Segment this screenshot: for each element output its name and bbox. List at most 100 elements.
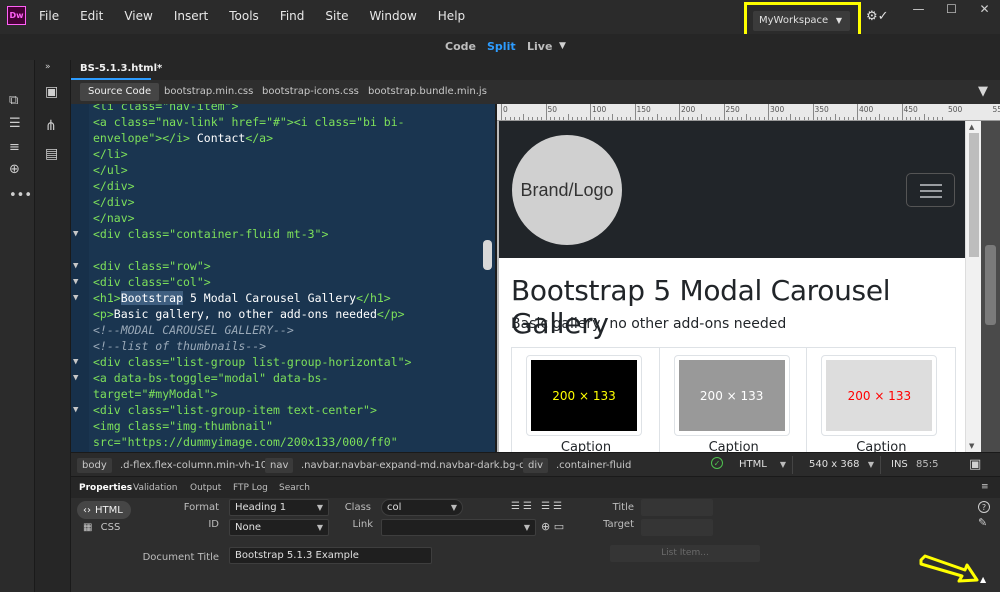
code-line: ▼ <h1>Bootstrap 5 Modal Carousel Gallery<… <box>73 290 483 306</box>
assets-icon[interactable]: ▣ <box>45 84 58 100</box>
workspace-switcher[interactable]: MyWorkspace ▼ <box>753 11 850 31</box>
fold-toggle-icon[interactable]: ▼ <box>73 226 78 242</box>
point-to-file-icon[interactable]: ⊕ ▭ <box>541 520 564 533</box>
related-file-bootstrap-js[interactable]: bootstrap.bundle.min.js <box>368 86 487 97</box>
more-options-icon[interactable]: ••• <box>9 188 32 203</box>
code-icon: ‹› <box>83 504 91 516</box>
html-properties-button[interactable]: ‹› HTML <box>77 501 131 519</box>
class-dropdown[interactable]: col ▼ <box>381 499 463 516</box>
file-management-icon[interactable]: ☰ <box>9 116 21 131</box>
related-file-bootstrap-icons[interactable]: bootstrap-icons.css <box>262 86 359 97</box>
tab-search[interactable]: Search <box>279 483 310 493</box>
list-item-button[interactable]: List Item... <box>610 545 760 562</box>
menu-insert[interactable]: Insert <box>174 9 208 23</box>
tab-output[interactable]: Output <box>190 483 221 493</box>
menu-file[interactable]: File <box>39 9 59 23</box>
tag-selector-body[interactable]: body <box>77 458 112 473</box>
no-errors-icon[interactable]: ✓ <box>711 457 723 469</box>
document-title-field[interactable]: Bootstrap 5.1.3 Example <box>229 547 432 564</box>
code-token: <p> <box>93 307 114 321</box>
menu-site[interactable]: Site <box>325 9 348 23</box>
gallery-item[interactable]: 200 × 133 Caption <box>512 348 660 452</box>
menu-help[interactable]: Help <box>438 9 465 23</box>
tab-properties[interactable]: Properties <box>79 483 132 493</box>
css-properties-button[interactable]: ▦ CSS <box>83 522 120 533</box>
navbar-toggler-button[interactable] <box>906 173 955 207</box>
minimize-icon[interactable]: — <box>902 2 935 16</box>
help-icon[interactable]: ? <box>978 501 990 513</box>
tag-selector-class[interactable]: .d-flex.flex-column.min-vh-100 <box>115 458 278 473</box>
menu-view[interactable]: View <box>124 9 152 23</box>
live-view-scrollbar[interactable]: ▲ ▼ <box>965 121 981 452</box>
list-indent-icons[interactable]: ☰☰ ☰☰ <box>511 501 565 512</box>
tag-selector-class[interactable]: .container-fluid <box>551 458 636 473</box>
fold-toggle-icon[interactable]: ▼ <box>73 402 78 418</box>
scrollbar-thumb[interactable] <box>985 245 996 325</box>
format-source-icon[interactable]: ≡ <box>9 140 20 155</box>
sync-settings-icon[interactable]: ⚙✓ <box>866 9 889 24</box>
tag-selector-div[interactable]: div <box>523 458 549 473</box>
tag-selector-nav[interactable]: nav <box>265 458 294 473</box>
live-view[interactable]: Brand/Logo Bootstrap 5 Modal Carousel Ga… <box>497 121 965 452</box>
tab-ftp-log[interactable]: FTP Log <box>233 483 268 493</box>
open-documents-icon[interactable]: ⧉ <box>9 93 18 108</box>
expand-panel-icon[interactable]: ▲ <box>980 575 986 584</box>
document-tab[interactable]: BS-5.1.3.html* <box>80 63 162 74</box>
panel-menu-icon[interactable]: ≡ <box>981 482 989 492</box>
fold-toggle-icon[interactable]: ▼ <box>73 258 78 274</box>
link-field[interactable]: ▼ <box>381 519 536 536</box>
menu-window[interactable]: Window <box>369 9 416 23</box>
filter-icon[interactable]: ▼ <box>978 84 988 99</box>
fold-toggle-icon[interactable]: ▼ <box>73 274 78 290</box>
menu-tools[interactable]: Tools <box>229 9 259 23</box>
target-dropdown[interactable] <box>641 519 713 536</box>
view-code-button[interactable]: Code <box>445 40 476 53</box>
scrollbar-thumb[interactable] <box>969 133 979 257</box>
format-value: Heading 1 <box>235 502 287 513</box>
view-split-button[interactable]: Split <box>487 40 516 53</box>
code-scrollbar[interactable] <box>483 240 492 270</box>
related-file-source-code[interactable]: Source Code <box>80 83 160 101</box>
code-token: </h1> <box>356 291 391 305</box>
fold-toggle-icon[interactable]: ▼ <box>73 290 78 306</box>
ruler-tick <box>865 117 867 120</box>
code-editor[interactable]: <li class="nav-item"> <a class="nav-link"… <box>71 104 495 452</box>
fold-toggle-icon[interactable]: ▼ <box>73 354 78 370</box>
close-icon[interactable]: ✕ <box>968 2 1000 16</box>
scroll-up-icon[interactable]: ▲ <box>969 123 974 131</box>
maximize-icon[interactable]: ☐ <box>935 2 968 16</box>
code-token: </div> <box>93 195 135 209</box>
dom-tree-icon[interactable]: ⋔ <box>45 118 57 134</box>
format-dropdown[interactable]: Heading 1 ▼ <box>229 499 329 516</box>
view-live-button[interactable]: Live <box>527 40 552 53</box>
code-token: </ul> <box>93 163 128 177</box>
tag-selector-class[interactable]: .navbar.navbar-expand-md.navbar-dark.bg-… <box>296 458 546 473</box>
gallery-item[interactable]: 200 × 133 Caption <box>660 348 808 452</box>
window-size-dropdown[interactable]: 540 x 368 ▼ <box>803 456 881 474</box>
ruler-tick <box>768 104 769 120</box>
ruler-tick <box>518 117 520 120</box>
ruler-tick <box>634 104 636 120</box>
menu-edit[interactable]: Edit <box>80 9 103 23</box>
fold-toggle-icon[interactable]: ▼ <box>73 370 78 386</box>
ruler-tick <box>710 117 712 120</box>
element-inspect-icon[interactable]: ⊕ <box>9 162 20 177</box>
panel-scrollbar[interactable] <box>981 121 1000 452</box>
brand-logo[interactable]: Brand/Logo <box>512 135 622 245</box>
quick-tag-editor-icon[interactable]: ✎ <box>978 516 987 529</box>
view-dropdown-icon[interactable]: ▼ <box>559 41 566 51</box>
code-inspector-icon[interactable]: ▤ <box>45 146 58 162</box>
code-token: envelope"></i> <box>93 131 190 145</box>
gallery-item[interactable]: 200 × 133 Caption <box>807 348 955 452</box>
id-dropdown[interactable]: None ▼ <box>229 519 329 536</box>
tab-validation[interactable]: Validation <box>133 483 177 493</box>
expand-panels-icon[interactable]: » <box>45 62 51 72</box>
ruler-tick <box>692 117 694 120</box>
scroll-down-icon[interactable]: ▼ <box>969 442 974 450</box>
related-file-bootstrap-css[interactable]: bootstrap.min.css <box>164 86 253 97</box>
code-token: <div class="col"> <box>93 275 211 289</box>
document-type-dropdown[interactable]: HTML ▼ <box>733 456 793 474</box>
title-field[interactable] <box>641 499 713 516</box>
menu-find[interactable]: Find <box>280 9 305 23</box>
preview-device-icon[interactable]: ▣ <box>969 457 981 472</box>
